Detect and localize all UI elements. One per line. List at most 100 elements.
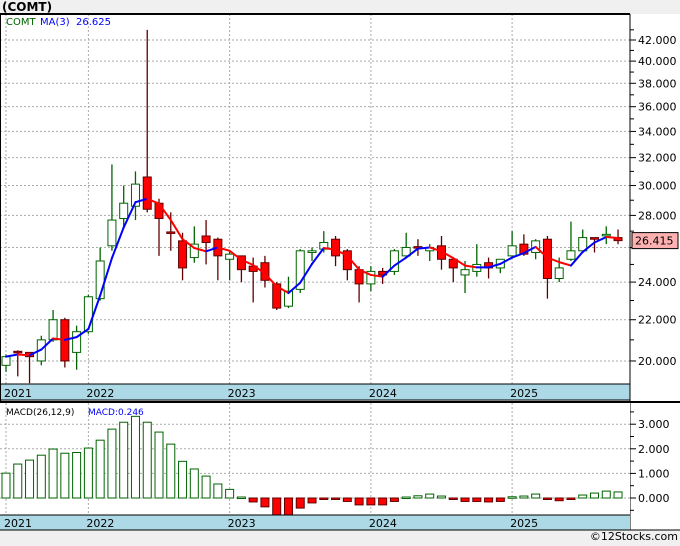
macd-bar-negative bbox=[378, 497, 388, 506]
candle-up bbox=[554, 267, 564, 279]
macd-bar-positive bbox=[201, 475, 211, 499]
macd-tick-label: 2.000 bbox=[638, 443, 670, 456]
ma-segment bbox=[416, 246, 431, 250]
price-tick-label: 22.000 bbox=[638, 314, 677, 327]
macd-bar-positive bbox=[107, 428, 117, 499]
macd-bar-positive bbox=[236, 496, 246, 500]
stock-chart: 2021 2022 2023 2024 2025 20.000 22.000 24.000 2… bbox=[0, 13, 680, 531]
macd-bar-positive bbox=[531, 493, 541, 499]
macd-tick-label: 0.000 bbox=[638, 492, 670, 505]
macd-bar-positive bbox=[436, 495, 446, 499]
legend-symbol: COMT bbox=[6, 17, 36, 28]
year-label: 2021 bbox=[4, 387, 32, 400]
price-tick-label: 40.000 bbox=[638, 55, 677, 68]
candle-up bbox=[507, 245, 517, 257]
last-price-value: 26.415 bbox=[635, 235, 674, 248]
macd-bar-positive bbox=[48, 448, 58, 499]
macd-bar-positive bbox=[189, 468, 199, 499]
macd-bar-negative bbox=[354, 497, 364, 506]
macd-bar-negative bbox=[389, 497, 399, 502]
year-label: 2021 bbox=[4, 517, 32, 530]
price-tick-label: 24.000 bbox=[638, 276, 677, 289]
macd-bar-positive bbox=[425, 493, 435, 499]
year-label: 2023 bbox=[228, 517, 256, 530]
candle-down bbox=[166, 231, 176, 234]
macd-bar-positive bbox=[60, 452, 70, 499]
price-legend: COMT MA(3) 26.625 bbox=[6, 17, 111, 28]
candle-down bbox=[331, 238, 341, 257]
price-tick-label: 28.000 bbox=[638, 209, 677, 222]
macd-legend-value: MACD:0.246 bbox=[88, 408, 144, 418]
macd-bar-negative bbox=[495, 497, 505, 502]
macd-bar-positive bbox=[590, 492, 599, 499]
macd-bar-negative bbox=[460, 497, 470, 502]
year-label: 2025 bbox=[510, 517, 538, 530]
candle-down bbox=[590, 237, 599, 240]
ma-segment bbox=[605, 236, 620, 240]
macd-bar-negative bbox=[295, 497, 305, 509]
price-plot-area bbox=[0, 14, 630, 384]
macd-bar-positive bbox=[578, 494, 588, 499]
year-label: 2022 bbox=[86, 517, 114, 530]
macd-bar-positive bbox=[601, 490, 611, 499]
macd-bar-negative bbox=[331, 497, 341, 500]
candle-down bbox=[154, 202, 164, 220]
year-label: 2024 bbox=[369, 517, 397, 530]
macd-bar-positive bbox=[413, 495, 423, 499]
year-label: 2024 bbox=[369, 387, 397, 400]
macd-bar-positive bbox=[119, 421, 129, 499]
macd-bar-positive bbox=[507, 496, 517, 499]
price-tick-label: 30.000 bbox=[638, 180, 677, 193]
legend-ma-value: 26.625 bbox=[76, 17, 111, 28]
candle-down bbox=[201, 235, 211, 244]
macd-bar-negative bbox=[248, 497, 258, 503]
macd-tick-label: 1.000 bbox=[638, 467, 670, 480]
macd-bar-negative bbox=[307, 497, 317, 504]
candle-up bbox=[307, 250, 317, 253]
candle-up bbox=[119, 202, 129, 220]
macd-legend-label: MACD(26,12,9) bbox=[6, 408, 74, 418]
ma-segment bbox=[52, 337, 66, 341]
candle-up bbox=[566, 250, 576, 260]
copyright: ©12Stocks.com bbox=[589, 530, 678, 543]
macd-bar-positive bbox=[36, 454, 46, 499]
price-tick-label: 20.000 bbox=[638, 355, 677, 368]
macd-bar-positive bbox=[130, 415, 140, 499]
legend-ma-label: MA(3) bbox=[40, 17, 70, 28]
macd-bar-positive bbox=[613, 491, 623, 499]
macd-bar-positive bbox=[13, 463, 23, 499]
year-label: 2025 bbox=[510, 387, 538, 400]
candle-up bbox=[107, 219, 117, 247]
candle-down bbox=[13, 350, 23, 354]
macd-bar-positive bbox=[72, 451, 82, 499]
macd-bar-positive bbox=[142, 421, 152, 499]
macd-bar-positive bbox=[166, 443, 176, 499]
macd-bar-negative bbox=[542, 497, 552, 500]
macd-bar-negative bbox=[260, 497, 270, 508]
macd-bar-positive bbox=[25, 459, 35, 499]
macd-tick-label: 3.000 bbox=[638, 418, 670, 431]
candle-down bbox=[142, 176, 152, 210]
macd-bar-positive bbox=[83, 447, 93, 499]
macd-bar-positive bbox=[213, 483, 223, 499]
macd-bar-positive bbox=[225, 488, 235, 499]
macd-bar-negative bbox=[272, 497, 282, 516]
macd-bar-positive bbox=[154, 431, 164, 499]
macd-bar-negative bbox=[566, 497, 576, 500]
ma-segment bbox=[16, 353, 31, 357]
candle-down bbox=[178, 240, 188, 269]
macd-bar-positive bbox=[95, 439, 105, 499]
macd-bar-negative bbox=[366, 497, 376, 506]
macd-bar-negative bbox=[448, 497, 458, 500]
macd-bar-positive bbox=[401, 496, 411, 500]
last-price-badge: 26.415 bbox=[631, 232, 679, 250]
macd-bar-positive bbox=[519, 495, 529, 499]
price-tick-label: 42.000 bbox=[638, 34, 677, 47]
candle-up bbox=[1, 356, 11, 366]
candle-up bbox=[601, 233, 611, 237]
macd-bar-negative bbox=[472, 497, 482, 502]
price-tick-label: 36.000 bbox=[638, 101, 677, 114]
candle-up bbox=[48, 319, 58, 341]
candle-up bbox=[225, 253, 235, 260]
macd-bar-negative bbox=[554, 497, 564, 502]
